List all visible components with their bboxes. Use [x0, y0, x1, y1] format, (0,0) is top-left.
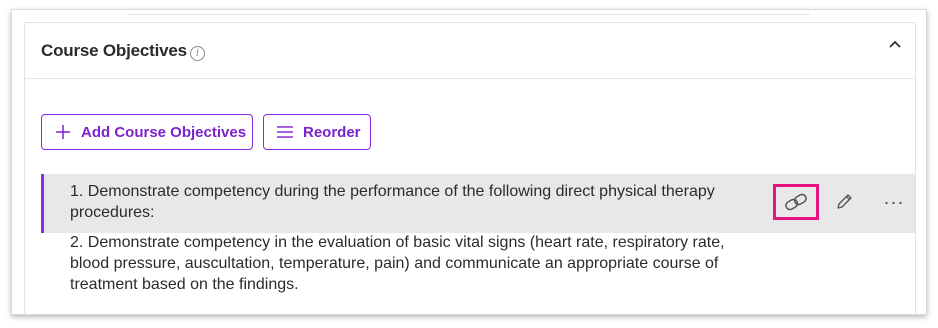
add-button-label: Add Course Objectives	[81, 123, 247, 141]
add-course-objectives-button[interactable]: Add Course Objectives	[41, 114, 253, 150]
reorder-button[interactable]: Reorder	[263, 114, 371, 150]
objective-row[interactable]: 1. Demonstrate competency during the per…	[41, 174, 915, 233]
more-options-button[interactable]: ···	[879, 187, 909, 217]
link-objective-button[interactable]	[773, 184, 819, 220]
course-objectives-panel: Course Objectives i Add Course Objective…	[11, 9, 927, 315]
plus-icon	[56, 125, 70, 139]
info-icon[interactable]: i	[190, 46, 205, 61]
section-title: Course Objectives	[41, 41, 187, 60]
link-icon	[785, 193, 807, 211]
edit-objective-button[interactable]	[829, 187, 859, 217]
section-header[interactable]: Course Objectives i	[25, 23, 915, 79]
chevron-up-icon[interactable]	[887, 37, 903, 53]
reorder-button-label: Reorder	[303, 123, 361, 141]
menu-lines-icon	[277, 126, 293, 138]
top-strip	[12, 10, 926, 19]
objective-row[interactable]: 2. Demonstrate competency in the evaluat…	[41, 232, 915, 314]
course-objectives-section: Course Objectives i Add Course Objective…	[24, 22, 916, 314]
pencil-icon	[837, 194, 852, 209]
objective-text: 1. Demonstrate competency during the per…	[70, 183, 715, 221]
objective-text: 2. Demonstrate competency in the evaluat…	[70, 234, 725, 293]
